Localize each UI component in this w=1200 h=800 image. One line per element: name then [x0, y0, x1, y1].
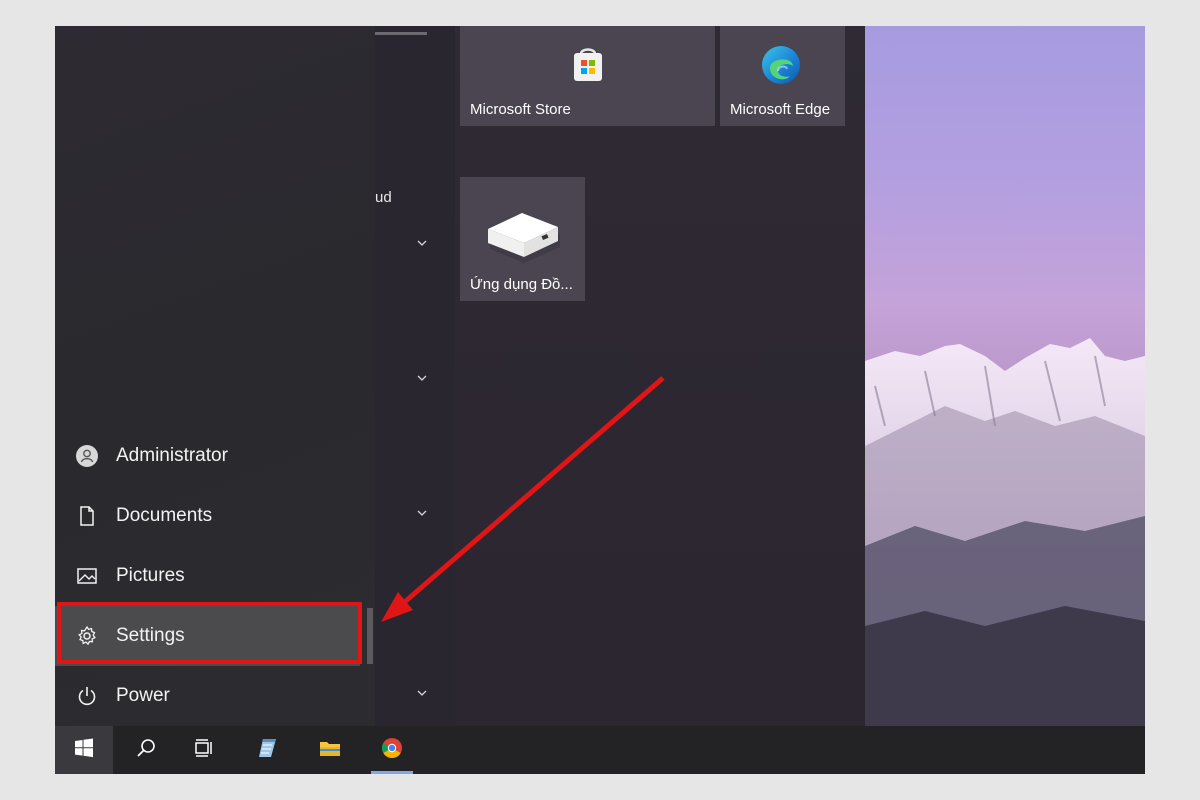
desktop-wallpaper — [865, 26, 1145, 726]
taskbar-notepad-app[interactable] — [239, 726, 297, 774]
chevron-down-icon[interactable] — [417, 235, 427, 246]
start-power[interactable]: Power — [55, 666, 360, 726]
taskbar — [55, 726, 1145, 774]
annotation-highlight-box — [57, 602, 362, 664]
app-list-scroll-indicator[interactable] — [375, 32, 427, 35]
task-view-icon — [192, 736, 216, 765]
document-icon — [74, 503, 100, 529]
file-explorer-icon — [318, 736, 342, 765]
chevron-down-icon[interactable] — [417, 685, 427, 696]
app-list-partial-label: ud — [375, 189, 392, 206]
mountain-wallpaper-image — [865, 338, 1145, 726]
tile-microsoft-edge[interactable]: Microsoft Edge — [720, 26, 845, 126]
rail-item-label: Administrator — [116, 445, 228, 466]
desktop-screen: ud Microsoft Store Microsoft Edge Ứng dụ… — [55, 26, 1145, 774]
start-user-administrator[interactable]: Administrator — [55, 426, 360, 486]
chevron-down-icon[interactable] — [417, 370, 427, 381]
search-icon — [134, 736, 158, 765]
device-box-icon — [484, 205, 564, 265]
tile-label: Microsoft Edge — [730, 101, 831, 118]
microsoft-store-icon — [570, 44, 606, 84]
chrome-icon — [380, 736, 404, 765]
user-avatar-icon — [74, 443, 100, 469]
tile-label: Ứng dụng Đồ... — [470, 276, 573, 293]
tile-app-do-hoa[interactable]: Ứng dụng Đồ... — [460, 177, 585, 301]
taskbar-chrome-app[interactable] — [363, 726, 421, 774]
windows-start-button[interactable] — [55, 726, 113, 774]
taskbar-task-view-button[interactable] — [175, 726, 233, 774]
start-app-list — [375, 26, 455, 726]
rail-item-label: Documents — [116, 505, 213, 526]
rail-item-label: Pictures — [116, 565, 185, 586]
taskbar-search-button[interactable] — [117, 726, 175, 774]
scrollbar[interactable] — [367, 608, 373, 664]
picture-icon — [74, 563, 100, 589]
start-pictures[interactable]: Pictures — [55, 546, 360, 606]
active-app-indicator — [371, 771, 413, 774]
tile-label: Microsoft Store — [470, 101, 571, 118]
notepad-icon — [256, 736, 280, 765]
tile-microsoft-store[interactable]: Microsoft Store — [460, 26, 715, 126]
windows-start-icon — [72, 736, 96, 765]
power-icon — [74, 683, 100, 709]
rail-item-label: Power — [116, 685, 170, 706]
taskbar-file-explorer-app[interactable] — [301, 726, 359, 774]
start-tiles-area — [455, 26, 865, 726]
chevron-down-icon[interactable] — [417, 505, 427, 516]
edge-icon — [760, 44, 802, 86]
start-documents[interactable]: Documents — [55, 486, 360, 546]
